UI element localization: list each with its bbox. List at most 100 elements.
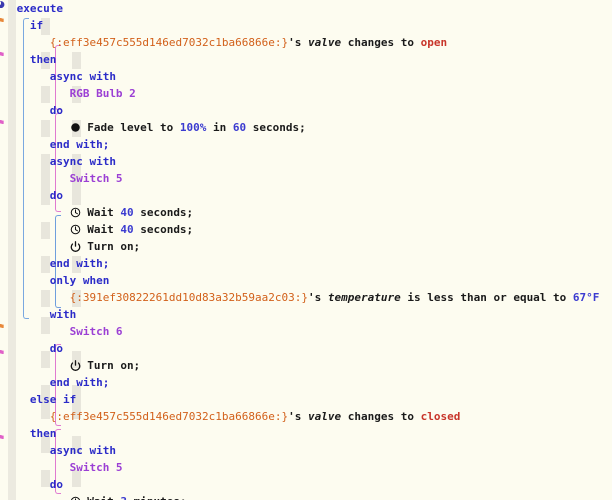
code-line[interactable]: async with (0, 153, 612, 170)
code-line-content: Switch 5 (70, 170, 123, 187)
code-line-content: Turn on; (70, 238, 141, 255)
code-token-plain: seconds; (133, 206, 194, 219)
code-token-dev[interactable]: Switch 6 (70, 325, 123, 338)
power-on-icon (70, 360, 81, 371)
code-line-content: do (50, 102, 63, 119)
code-line[interactable]: Turn on; (0, 357, 612, 374)
code-line[interactable]: Switch 6 (0, 323, 612, 340)
code-token-kw: if (29, 19, 44, 32)
code-editor[interactable]: execute if {:eff3e457c555d146ed7032c1ba668… (0, 0, 612, 500)
code-token-plain: minutes; (127, 495, 187, 500)
code-line[interactable]: end with; (0, 136, 612, 153)
code-token-num[interactable]: 60 (233, 121, 246, 134)
code-line-content: async with (50, 68, 116, 85)
code-line-content: async with (50, 153, 116, 170)
gutter-status-mark[interactable]: ⚑ (0, 120, 6, 129)
code-line[interactable]: {:eff3e457c555d146ed7032c1ba66866e:}'s v… (0, 34, 612, 51)
code-line-content: execute (17, 0, 63, 17)
code-line-content: {:eff3e457c555d146ed7032c1ba66866e:}'s v… (50, 408, 461, 425)
code-line-content: then (30, 51, 57, 68)
code-token-kw: end with; (49, 257, 110, 270)
code-line[interactable]: Fade level to 100% in 60 seconds; (0, 119, 612, 136)
code-token-num[interactable]: 67°F (573, 291, 600, 304)
code-token-dev[interactable]: Switch 5 (70, 172, 123, 185)
code-line[interactable]: else if (0, 391, 612, 408)
code-line[interactable]: with (0, 306, 612, 323)
code-line[interactable]: Wait 40 seconds; (0, 204, 612, 221)
code-line-content: Wait 40 seconds; (70, 204, 194, 221)
code-line[interactable]: only when (0, 272, 612, 289)
code-token-kw: execute (16, 2, 63, 15)
code-line-content: end with; (50, 374, 110, 391)
code-token-val[interactable]: closed (421, 410, 461, 423)
code-line-content: {:eff3e457c555d146ed7032c1ba66866e:}'s v… (50, 34, 447, 51)
code-token-plain: Turn on; (87, 359, 141, 372)
code-line[interactable]: async with (0, 68, 612, 85)
code-token-attr: valve (308, 36, 342, 49)
code-token-kw: with (49, 308, 77, 321)
code-token-plain: Turn on; (87, 240, 141, 253)
code-token-kw: async with (49, 444, 116, 457)
code-line[interactable]: Wait 40 seconds; (0, 221, 612, 238)
code-token-uid[interactable]: {:eff3e457c555d146ed7032c1ba66866e:} (50, 36, 288, 49)
code-line[interactable]: do (0, 340, 612, 357)
gutter-status-mark[interactable]: ⚑ (0, 324, 6, 333)
code-line-content: do (50, 340, 63, 357)
code-line[interactable]: do (0, 187, 612, 204)
code-line[interactable]: RGB Bulb 2 (0, 85, 612, 102)
code-line[interactable]: end with; (0, 255, 612, 272)
code-token-num[interactable]: 100% (180, 121, 207, 134)
code-line[interactable]: then (0, 51, 612, 68)
code-lines[interactable]: execute if {:eff3e457c555d146ed7032c1ba668… (0, 0, 612, 500)
code-line[interactable]: Switch 5 (0, 170, 612, 187)
code-token-kw: async with (49, 70, 116, 83)
code-line-content: end with; (50, 255, 110, 272)
code-line-content: Turn on; (70, 357, 141, 374)
code-token-num[interactable]: 3 (120, 495, 127, 500)
code-token-kw: then (29, 427, 57, 440)
code-token-val[interactable]: open (421, 36, 448, 49)
code-line[interactable]: Switch 5 (0, 459, 612, 476)
code-token-punct: 's (288, 410, 309, 423)
code-line[interactable]: do (0, 102, 612, 119)
code-line[interactable]: Wait 3 minutes; (0, 493, 612, 500)
code-line[interactable]: async with (0, 442, 612, 459)
code-token-kw: async with (49, 155, 116, 168)
code-line[interactable]: then (0, 425, 612, 442)
status-gutter[interactable]: ◕ ⚑ ⚑ ⚑ ⚑ ⚑ ⚑ (0, 0, 8, 500)
code-line[interactable]: {:391ef30822261dd10d83a32b59aa2c03:}'s t… (0, 289, 612, 306)
code-line-content: do (50, 187, 63, 204)
code-token-uid[interactable]: {:391ef30822261dd10d83a32b59aa2c03:} (70, 291, 308, 304)
code-token-plain: in (206, 121, 233, 134)
code-token-kw: end with; (49, 138, 110, 151)
code-line-content: then (30, 425, 57, 442)
code-token-num[interactable]: 40 (120, 206, 133, 219)
gutter-status-mark[interactable]: ⚑ (0, 435, 6, 444)
power-on-icon (70, 241, 81, 252)
clock-icon (70, 224, 81, 235)
code-token-uid[interactable]: {:eff3e457c555d146ed7032c1ba66866e:} (50, 410, 288, 423)
gutter-status-mark[interactable]: ⚑ (0, 18, 6, 27)
code-token-kw: end with; (49, 376, 110, 389)
code-token-plain: seconds; (246, 121, 306, 134)
code-line-content: with (50, 306, 77, 323)
code-line-content: Switch 5 (70, 459, 123, 476)
code-line[interactable]: {:eff3e457c555d146ed7032c1ba66866e:}'s v… (0, 408, 612, 425)
code-token-dev[interactable]: Switch 5 (70, 461, 123, 474)
code-line-content: Switch 6 (70, 323, 123, 340)
code-line[interactable]: if (0, 17, 612, 34)
gutter-status-mark[interactable]: ⚑ (0, 52, 6, 61)
gutter-status-mark[interactable]: ⚑ (0, 350, 6, 359)
code-line-content: Wait 40 seconds; (70, 221, 193, 238)
code-line[interactable]: Turn on; (0, 238, 612, 255)
code-token-num[interactable]: 40 (120, 223, 133, 236)
code-line[interactable]: do (0, 476, 612, 493)
gutter-status-mark[interactable]: ◕ (0, 1, 6, 10)
code-token-kw: else if (29, 393, 77, 406)
code-line[interactable]: execute (0, 0, 612, 17)
code-token-dev[interactable]: RGB Bulb 2 (70, 87, 136, 100)
code-line-content: only when (50, 272, 110, 289)
code-line[interactable]: end with; (0, 374, 612, 391)
code-token-plain: Wait (87, 206, 121, 219)
code-line-content: async with (50, 442, 116, 459)
